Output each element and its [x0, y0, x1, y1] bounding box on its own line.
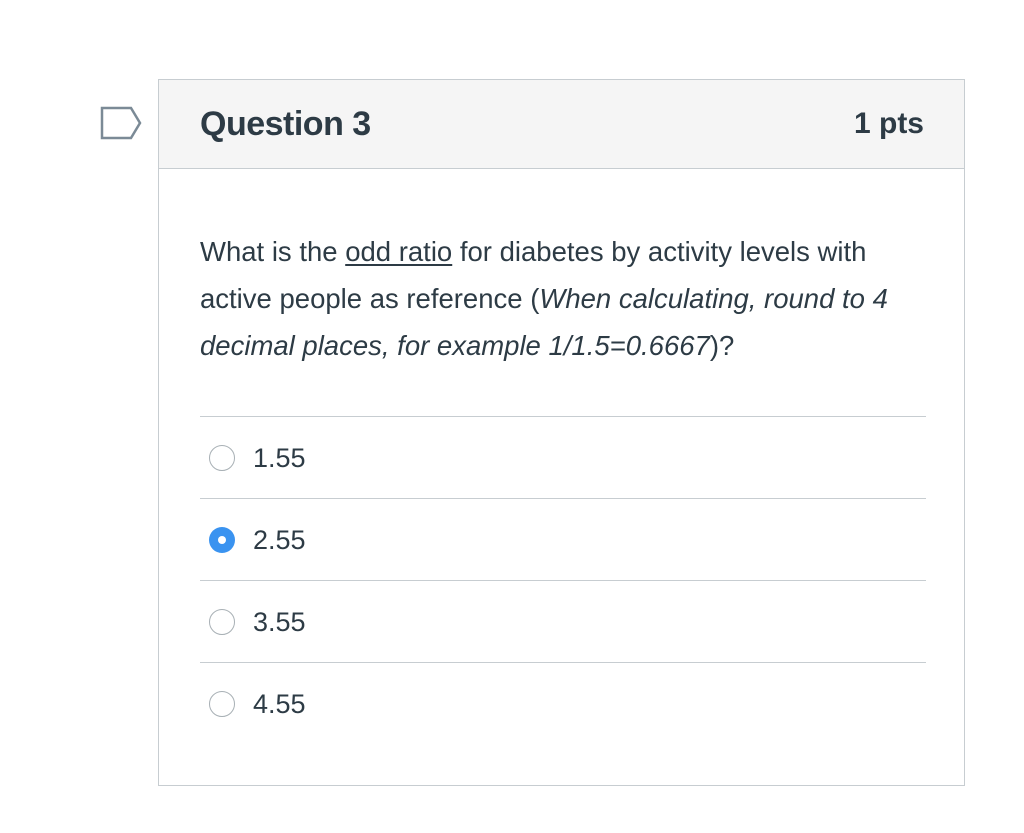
radio-button[interactable]: [209, 609, 235, 635]
question-text: What is the odd ratio for diabetes by ac…: [200, 228, 940, 369]
answer-label: 3.55: [253, 607, 306, 637]
answer-label: 1.55: [253, 443, 306, 473]
question-card: Question 3 1 pts What is the odd ratio f…: [158, 79, 965, 786]
radio-button[interactable]: [209, 445, 235, 471]
answer-list: 1.55 2.55 3.55 4.55: [200, 416, 926, 744]
answer-option[interactable]: 4.55: [200, 662, 926, 744]
question-text-underlined: odd ratio: [345, 236, 453, 267]
answer-label: 2.55: [253, 525, 306, 555]
question-points: 1 pts: [853, 107, 924, 140]
answer-option[interactable]: 3.55: [200, 580, 926, 662]
radio-button-selected[interactable]: [209, 527, 235, 553]
answer-option[interactable]: 1.55: [200, 416, 926, 498]
question-text-part: )?: [709, 330, 735, 361]
question-text-part: What is the: [200, 236, 346, 267]
question-header: Question 3 1 pts: [159, 80, 964, 169]
flag-question-icon[interactable]: [100, 106, 144, 142]
answer-label: 4.55: [253, 689, 306, 719]
radio-button[interactable]: [209, 691, 235, 717]
question-title: Question 3: [200, 105, 371, 143]
answer-option[interactable]: 2.55: [200, 498, 926, 580]
